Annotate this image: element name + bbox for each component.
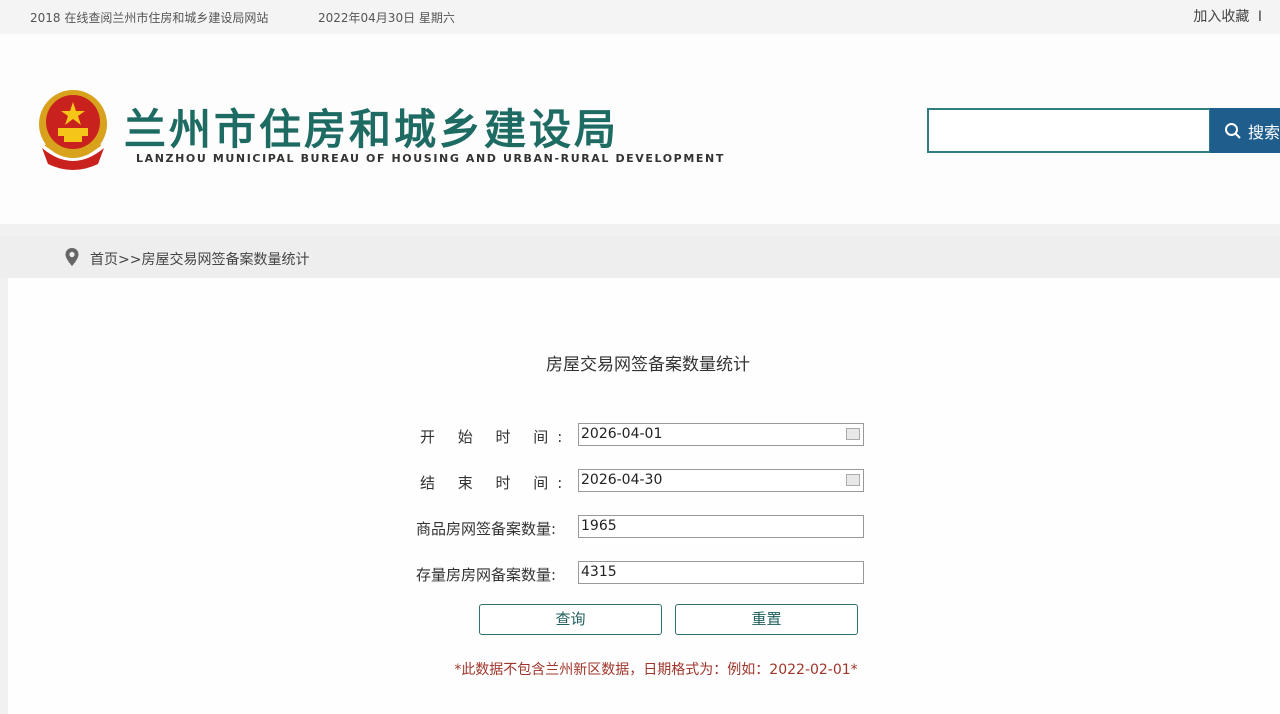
bookmark-link[interactable]: 加入收藏 (1193, 9, 1249, 25)
site-notice: 2018 在线查阅兰州市住房和城乡建设局网站 (30, 11, 269, 25)
end-date-label: 结 束 时 间: (420, 474, 572, 492)
breadcrumb-current: 房屋交易网签备案数量统计 (141, 252, 310, 268)
location-pin-icon (65, 248, 79, 266)
query-button[interactable]: 查询 (479, 604, 662, 635)
breadcrumb-home[interactable]: 首页 (90, 252, 118, 268)
site-subtitle: LANZHOU MUNICIPAL BUREAU OF HOUSING AND … (136, 152, 725, 165)
existing-house-count-label: 存量房房网备案数量: (416, 566, 557, 584)
top-bar: 2018 在线查阅兰州市住房和城乡建设局网站 2022年04月30日 星期六 加… (0, 0, 1280, 34)
search-input[interactable] (927, 108, 1211, 153)
top-links: 加入收藏 I (1189, 6, 1262, 26)
date-text: 2022年04月30日 星期六 (318, 11, 455, 25)
search-button[interactable]: 搜索 (1210, 108, 1280, 153)
breadcrumb-separator: >> (118, 252, 142, 268)
start-date-value: 2026-04-01 (581, 426, 663, 442)
data-note: *此数据不包含兰州新区数据，日期格式为：例如：2022-02-01* (454, 662, 858, 678)
new-house-count-field[interactable]: 1965 (578, 515, 864, 538)
start-date-label: 开 始 时 间: (420, 428, 572, 446)
breadcrumb: 首页>>房屋交易网签备案数量统计 (0, 236, 1280, 278)
page-title: 房屋交易网签备案数量统计 (546, 355, 750, 375)
breadcrumb-text: 首页>>房屋交易网签备案数量统计 (90, 249, 309, 269)
site-header: 兰州市住房和城乡建设局 LANZHOU MUNICIPAL BUREAU OF … (0, 34, 1280, 224)
new-house-count-value: 1965 (581, 518, 617, 534)
new-house-count-label: 商品房网签备案数量: (416, 520, 557, 538)
start-date-field[interactable]: 2026-04-01 (578, 423, 864, 446)
national-emblem-icon (39, 90, 107, 170)
site-title: 兰州市住房和城乡建设局 (124, 105, 620, 154)
end-date-field[interactable]: 2026-04-30 (578, 469, 864, 492)
main-content: 房屋交易网签备案数量统计 开 始 时 间: 2026-04-01 结 束 时 间… (8, 278, 1280, 714)
search-icon (1225, 122, 1241, 139)
calendar-icon[interactable] (846, 474, 860, 486)
existing-house-count-value: 4315 (581, 564, 617, 580)
end-date-value: 2026-04-30 (581, 472, 663, 488)
existing-house-count-field[interactable]: 4315 (578, 561, 864, 584)
calendar-icon[interactable] (846, 428, 860, 440)
reset-button[interactable]: 重置 (675, 604, 858, 635)
search-button-label: 搜索 (1248, 122, 1280, 142)
extra-link[interactable]: I (1258, 9, 1262, 25)
